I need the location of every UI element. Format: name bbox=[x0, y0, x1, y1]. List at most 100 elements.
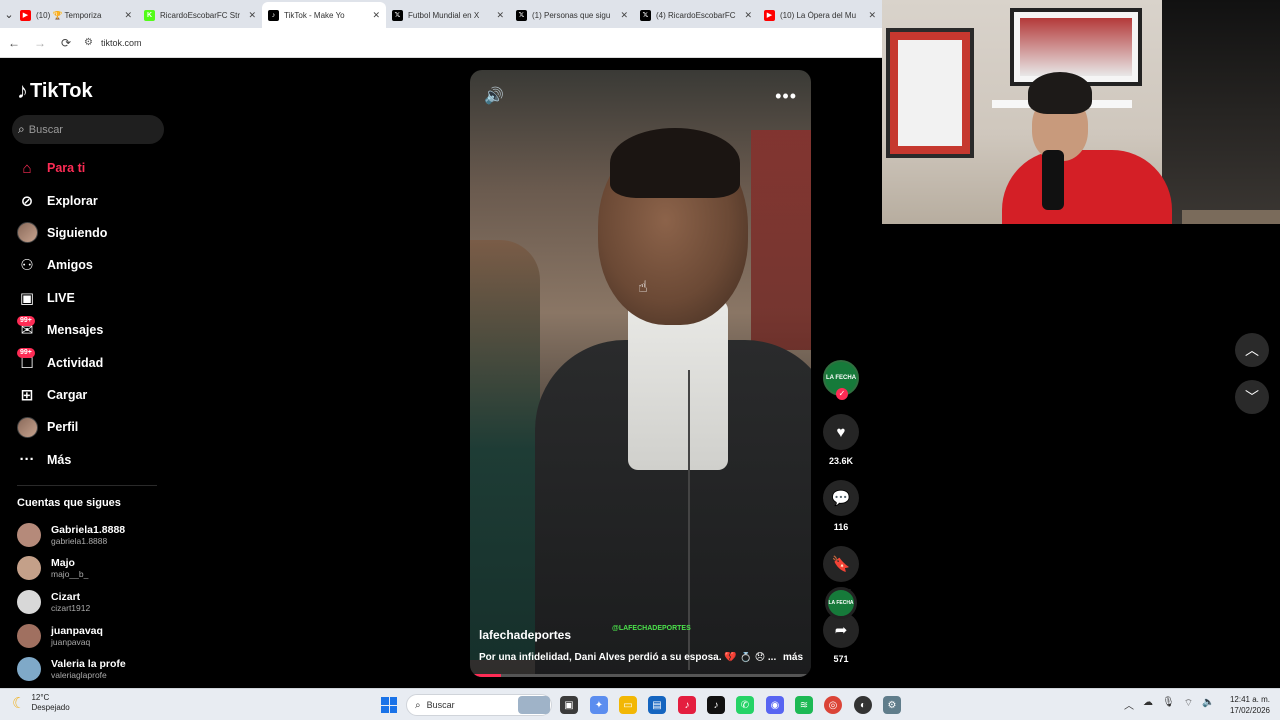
browser-tab[interactable]: 𝕏 Futbol Mundial en X ✕ bbox=[386, 2, 510, 28]
bookmark-icon[interactable]: 🔖 bbox=[823, 546, 859, 582]
chrome-icon[interactable]: ◎ bbox=[824, 696, 842, 714]
following-item[interactable]: Cizart cizart1912 bbox=[17, 585, 167, 619]
close-tab-icon[interactable]: ✕ bbox=[744, 10, 752, 21]
weather-widget[interactable]: ☾ 12°C Despejado bbox=[12, 693, 70, 713]
tray-chevron-up-icon[interactable]: ︿ bbox=[1124, 697, 1134, 712]
close-tab-icon[interactable]: ✕ bbox=[124, 10, 132, 21]
streamer-shirt bbox=[1002, 150, 1172, 224]
browser-tab-title: (10) 🏆 Temporiza bbox=[36, 10, 102, 20]
store-icon[interactable]: ▤ bbox=[648, 696, 666, 714]
sidebar-nav: ⌂ Para ti ⊘ Explorar Siguiendo ⚇ Amigos ▣ LIVE ✉ 9… bbox=[14, 152, 164, 476]
sidebar-item-label: Siguiendo bbox=[47, 225, 108, 240]
volume-tray-icon[interactable]: 🔈 bbox=[1202, 697, 1214, 712]
browser-address-bar: ← → ⟳ ⚙ tiktok.com bbox=[0, 28, 882, 58]
like-count: 23.6K bbox=[828, 456, 854, 466]
video-subject-hair bbox=[610, 128, 740, 198]
browser-tab[interactable]: K RicardoEscobarFC Str ✕ bbox=[138, 2, 262, 28]
cloud-icon[interactable]: ☁ bbox=[1143, 697, 1153, 712]
following-item[interactable]: Valeria la profe valeriaglaprofe bbox=[17, 652, 167, 686]
volume-icon[interactable]: 🔊 bbox=[484, 86, 504, 106]
share-count: 571 bbox=[833, 654, 849, 664]
browser-tab-bar: ⌄ ▶ (10) 🏆 Temporiza ✕ K RicardoEscobarFC St… bbox=[0, 0, 882, 28]
windows-taskbar: ☾ 12°C Despejado ⌕ Buscar ▣ ✦ ▭ ▤ ♪ ♪ ✆ … bbox=[0, 688, 1280, 720]
reload-icon[interactable]: ⟳ bbox=[54, 31, 78, 55]
browser-tab[interactable]: ♪ TikTok - Make Yo ✕ bbox=[262, 2, 386, 28]
task-view-icon[interactable]: ▣ bbox=[560, 696, 578, 714]
creator-avatar[interactable]: LA FECHA ✓ bbox=[823, 360, 859, 400]
previous-video-chevron-up-icon[interactable]: ︿ bbox=[1235, 333, 1269, 367]
comment-icon[interactable]: 💬 bbox=[823, 480, 859, 516]
url-field[interactable]: ⚙ tiktok.com bbox=[84, 32, 882, 54]
discord-icon[interactable]: ◉ bbox=[766, 696, 784, 714]
clock-date: 17/02/2026 bbox=[1229, 706, 1270, 715]
video-caption: Por una infidelidad, Dani Alves perdió a… bbox=[479, 652, 804, 663]
sidebar-divider bbox=[17, 485, 157, 486]
sidebar-item-more-dots[interactable]: ··· Más bbox=[14, 444, 164, 476]
file-explorer-icon[interactable]: ▭ bbox=[619, 696, 637, 714]
search-input[interactable]: ⌕ Buscar bbox=[12, 115, 164, 144]
notification-badge: 99+ bbox=[17, 315, 35, 326]
sidebar-item-compass[interactable]: ⊘ Explorar bbox=[14, 184, 164, 216]
tiktok-logo[interactable]: ♪ TikTok bbox=[17, 78, 93, 104]
forward-arrow-icon[interactable]: → bbox=[28, 31, 52, 55]
tiktok-icon: ♪ bbox=[268, 9, 279, 21]
share-action[interactable]: ➦ 571 bbox=[820, 612, 862, 664]
youtube-icon: ▶ bbox=[20, 9, 31, 21]
browser-tab-title: (10) La Ópera del Mu bbox=[780, 10, 857, 20]
windows-start-icon[interactable] bbox=[381, 697, 397, 713]
sidebar-item-upload[interactable]: ⊞ Cargar bbox=[14, 379, 164, 411]
following-item[interactable]: juanpavaq juanpavaq bbox=[17, 619, 167, 653]
sidebar-item-home[interactable]: ⌂ Para ti bbox=[14, 152, 164, 184]
browser-tab[interactable]: ▶ (10) La Ópera del Mu ✕ bbox=[758, 2, 882, 28]
upload-icon: ⊞ bbox=[20, 386, 34, 404]
sidebar-item-friends[interactable]: ⚇ Amigos bbox=[14, 249, 164, 281]
caption-more-link[interactable]: más bbox=[783, 652, 803, 663]
close-tab-icon[interactable]: ✕ bbox=[248, 10, 256, 21]
comment-action[interactable]: 💬 116 bbox=[820, 480, 862, 532]
search-highlight-icon[interactable] bbox=[518, 696, 550, 714]
close-tab-icon[interactable]: ✕ bbox=[372, 10, 380, 21]
next-video-chevron-down-icon[interactable]: ﹀ bbox=[1235, 380, 1269, 414]
following-name: Cizart bbox=[51, 590, 81, 603]
video-author[interactable]: lafechadeportes bbox=[479, 628, 571, 642]
sidebar-item-messages[interactable]: ✉ 99+ Mensajes bbox=[14, 314, 164, 346]
team-photo bbox=[1020, 18, 1132, 76]
taskbar-clock[interactable]: 12:41 a. m. 17/02/2026 bbox=[1222, 694, 1270, 716]
like-action[interactable]: ♥ 23.6K bbox=[820, 414, 862, 466]
following-item[interactable]: Gabriela1.8888 gabriela1.8888 bbox=[17, 518, 167, 552]
more-dots-icon: ··· bbox=[19, 451, 35, 469]
follow-check-icon[interactable]: ✓ bbox=[836, 388, 848, 400]
music-disc-icon[interactable]: LA FECHA bbox=[825, 587, 857, 619]
close-tab-icon[interactable]: ✕ bbox=[496, 10, 504, 21]
wifi-icon[interactable]: ⌔ bbox=[1184, 697, 1193, 712]
following-item[interactable]: Majo majo__b_ bbox=[17, 552, 167, 586]
sidebar-item-activity[interactable]: ☐ 99+ Actividad bbox=[14, 346, 164, 378]
browser-tab[interactable]: 𝕏 (1) Personas que sigu ✕ bbox=[510, 2, 634, 28]
spotify-icon[interactable]: ≋ bbox=[795, 696, 813, 714]
heart-icon[interactable]: ♥ bbox=[823, 414, 859, 450]
close-tab-icon[interactable]: ✕ bbox=[620, 10, 628, 21]
tiktok-app-icon[interactable]: ♪ bbox=[707, 696, 725, 714]
microphone-icon[interactable]: 🎙 bbox=[1162, 697, 1175, 712]
copilot-icon[interactable]: ✦ bbox=[590, 696, 608, 714]
obs-icon[interactable]: ◐ bbox=[854, 696, 872, 714]
search-icon: ⌕ bbox=[415, 699, 421, 711]
browser-tab[interactable]: ▶ (10) 🏆 Temporiza ✕ bbox=[14, 2, 138, 28]
back-arrow-icon[interactable]: ← bbox=[2, 31, 26, 55]
whatsapp-icon[interactable]: ✆ bbox=[736, 696, 754, 714]
sidebar-item-following-avatar[interactable]: Siguiendo bbox=[14, 217, 164, 249]
video-player[interactable]: 🔊 ••• lafechadeportes @LAFECHADEPORTES P… bbox=[470, 70, 811, 677]
close-tab-icon[interactable]: ✕ bbox=[868, 10, 876, 21]
video-progress-bar[interactable] bbox=[470, 674, 811, 677]
app-icon[interactable]: ♪ bbox=[678, 696, 696, 714]
tab-search-chevron-icon[interactable]: ⌄ bbox=[4, 4, 14, 24]
sidebar-item-profile-avatar[interactable]: Perfil bbox=[14, 411, 164, 443]
browser-tab[interactable]: 𝕏 (4) RicardoEscobarFC ✕ bbox=[634, 2, 758, 28]
following-avatar-icon bbox=[14, 222, 40, 244]
settings-gear-icon[interactable]: ⚙ bbox=[883, 696, 901, 714]
tiktok-page: ♪ TikTok ⌕ Buscar ⌂ Para ti ⊘ Explorar Sigui… bbox=[0, 58, 882, 688]
site-settings-icon[interactable]: ⚙ bbox=[84, 37, 93, 48]
more-options-icon[interactable]: ••• bbox=[775, 86, 797, 107]
sidebar-item-live-tv[interactable]: ▣ LIVE bbox=[14, 282, 164, 314]
url-text[interactable]: tiktok.com bbox=[101, 38, 142, 48]
